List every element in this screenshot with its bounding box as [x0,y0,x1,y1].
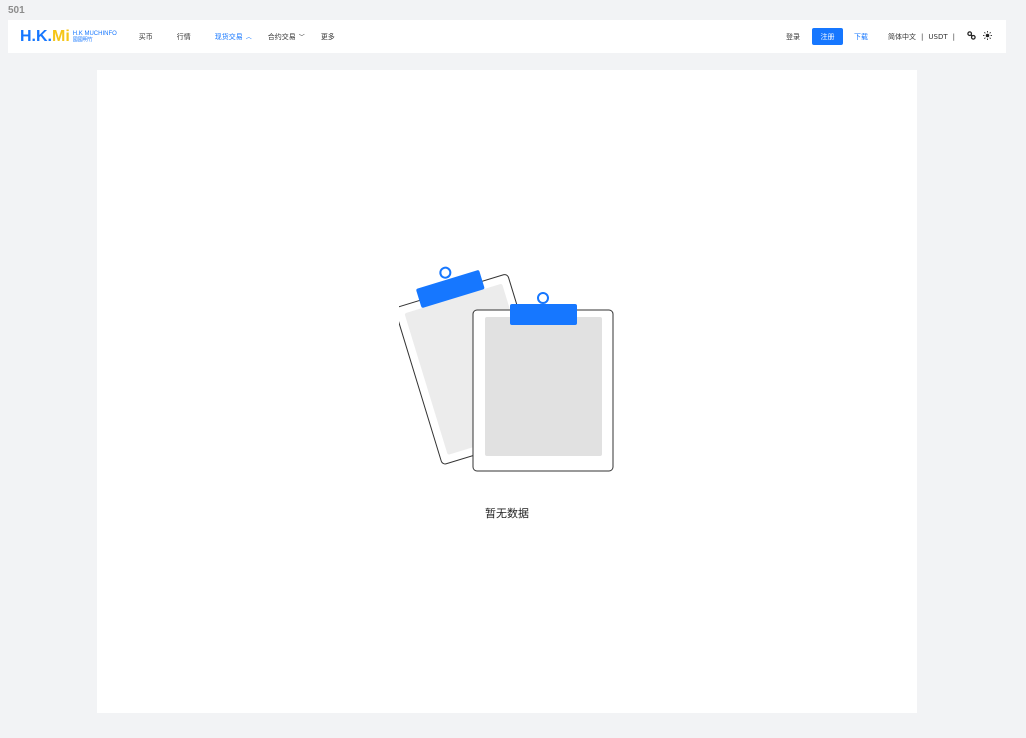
sun-icon-svg [983,30,992,40]
logo-mark-part1: H.K. [20,27,52,45]
logo[interactable]: H.K. Mi H.K MUCHINFO 國國明竹 [20,20,117,53]
nav-item-contract-trading[interactable]: 合约交易 ﹀ [268,32,305,42]
logo-text: H.K MUCHINFO 國國明竹 [73,31,117,43]
nav-item-label: 买币 [138,32,153,41]
nav-item-market[interactable]: 行情 [177,32,191,42]
nav-item-buy-crypto[interactable]: 买币 [139,32,153,42]
top-navbar: H.K. Mi H.K MUCHINFO 國國明竹 买币 行情 现货交易 ︿ 合约… [8,20,1006,53]
link-icon-svg [967,30,976,40]
link-icon[interactable] [967,30,976,43]
main-nav: 买币 行情 现货交易 ︿ 合约交易 ﹀ 更多 [139,32,359,42]
empty-state-text: 暂无数据 [485,507,529,520]
frame-label: 501 [8,5,25,16]
header-actions: 登录 注册 下载 简体中文 | USDT | [786,28,992,45]
register-button-label: 注册 [820,32,835,41]
chevron-up-icon: ︿ [245,34,252,41]
content-card: 暂无数据 [97,70,917,713]
nav-item-label: 合约交易 [267,32,296,41]
register-button[interactable]: 注册 [812,28,844,45]
nav-item-spot-trading[interactable]: 现货交易 ︿ [215,32,252,42]
currency-selector[interactable]: USDT [928,33,947,41]
empty-illustration-svg [394,266,614,472]
nav-item-label: 行情 [176,32,191,41]
chevron-down-icon: ﹀ [298,34,305,41]
login-link[interactable]: 登录 [786,32,800,42]
language-selector[interactable]: 简体中文 [888,32,916,42]
divider: | [952,32,955,41]
nav-item-label: 更多 [320,32,335,41]
logo-mark-part2: Mi [52,27,70,45]
logo-mark: H.K. Mi [20,27,70,45]
nav-item-more[interactable]: 更多 [321,32,335,42]
download-link[interactable]: 下载 [854,32,868,42]
sun-icon[interactable] [983,30,992,43]
empty-clipboard-icon [394,260,621,472]
divider: | [921,32,924,41]
nav-item-label: 现货交易 [214,32,243,41]
logo-text-en: H.K MUCHINFO [72,30,117,37]
logo-text-cn: 國國明竹 [72,36,93,43]
